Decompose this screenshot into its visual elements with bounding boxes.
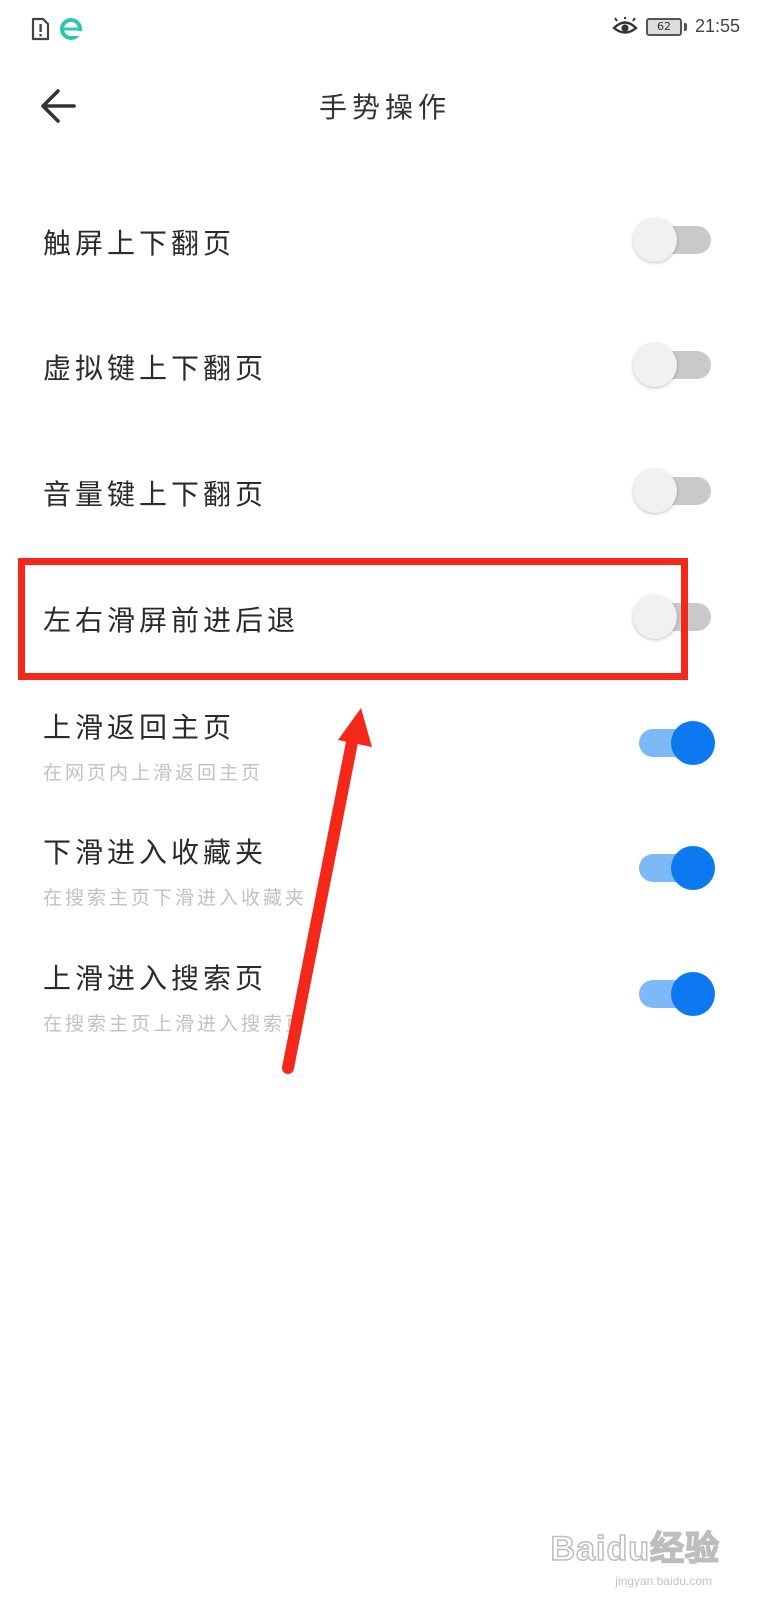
setting-subtitle: 在搜索主页下滑进入收藏夹 (43, 887, 308, 909)
status-bar: 62 21:55 (0, 0, 770, 60)
toggle-knob (633, 469, 677, 513)
toggle-knob (633, 343, 677, 387)
setting-swipe-down-favorites[interactable]: 下滑进入收藏夹 在搜索主页下滑进入收藏夹 (0, 815, 770, 925)
baidu-watermark-url: jingyan.baidu.com (615, 1574, 712, 1588)
toggle-switch[interactable] (633, 218, 715, 262)
baidu-watermark-logo: Baidu经验 (550, 1529, 720, 1569)
setting-label: 下滑进入收藏夹 (43, 836, 268, 869)
toggle-switch[interactable] (633, 721, 715, 765)
setting-label: 上滑返回主页 (43, 711, 236, 744)
setting-swipe-up-home[interactable]: 上滑返回主页 在网页内上滑返回主页 (0, 690, 770, 800)
toggle-switch[interactable] (633, 343, 715, 387)
setting-subtitle: 在搜索主页上滑进入搜索页 (43, 1013, 308, 1035)
page-title: 手势操作 (318, 91, 451, 124)
setting-label: 触屏上下翻页 (43, 227, 236, 260)
battery-level: 62 (656, 19, 671, 33)
toggle-switch[interactable] (633, 846, 715, 890)
setting-label: 上滑进入搜索页 (43, 962, 268, 995)
toggle-knob (671, 721, 715, 765)
setting-volume-key-page-turn[interactable]: 音量键上下翻页 (0, 436, 770, 546)
toggle-knob (671, 972, 715, 1016)
eye-comfort-icon (612, 16, 638, 34)
toggle-switch[interactable] (633, 469, 715, 513)
setting-label: 音量键上下翻页 (43, 478, 268, 511)
sim-alert-icon (31, 17, 50, 41)
setting-virtual-key-page-turn[interactable]: 虚拟键上下翻页 (0, 310, 770, 420)
browser-e-icon (60, 18, 82, 40)
setting-touch-page-turn[interactable]: 触屏上下翻页 (0, 185, 770, 295)
status-right-icons: 62 21:55 (612, 16, 740, 37)
setting-label: 虚拟键上下翻页 (43, 352, 268, 385)
annotation-highlight-box (18, 558, 688, 680)
battery-tip (683, 22, 687, 31)
setting-swipe-up-search[interactable]: 上滑进入搜索页 在搜索主页上滑进入搜索页 (0, 941, 770, 1051)
header: 手势操作 (0, 70, 770, 145)
setting-subtitle: 在网页内上滑返回主页 (43, 762, 264, 784)
status-time: 21:55 (694, 16, 740, 36)
status-left-icons (30, 17, 82, 41)
toggle-knob (671, 846, 715, 890)
battery-icon: 62 (645, 17, 682, 36)
toggle-switch[interactable] (633, 972, 715, 1016)
toggle-knob (633, 218, 677, 262)
